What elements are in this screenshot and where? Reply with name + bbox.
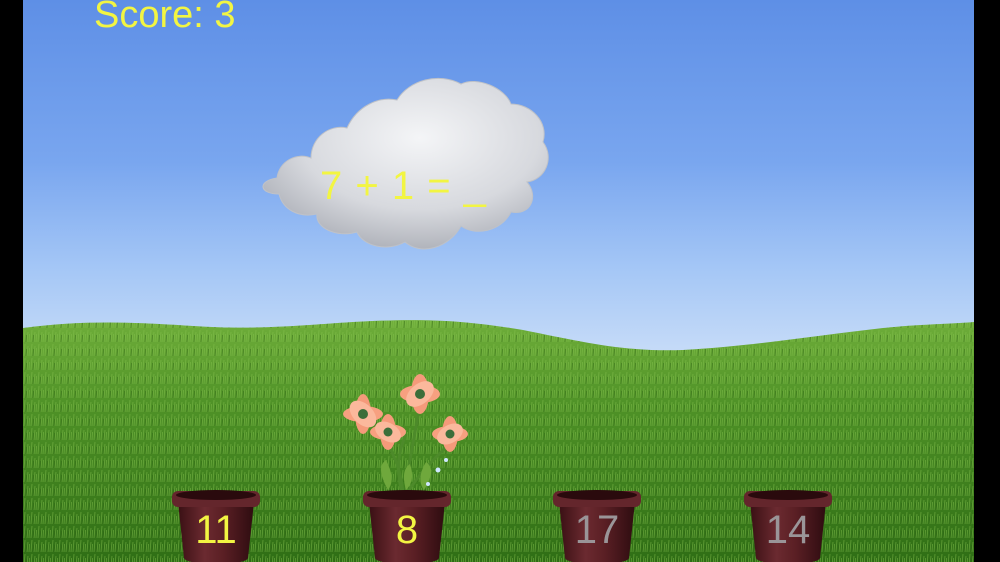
letterbox-right <box>974 0 1000 562</box>
score-label: Score: 3 <box>94 0 236 36</box>
cloud-icon <box>262 77 549 250</box>
flower-icon <box>343 374 468 493</box>
answer-value[interactable]: 14 <box>742 508 834 553</box>
answer-value[interactable]: 17 <box>551 508 643 553</box>
equation-text: 7 + 1 = _ <box>320 164 487 208</box>
answer-value[interactable]: 8 <box>361 508 453 553</box>
answer-value[interactable]: 11 <box>170 508 262 553</box>
game-stage: Score: 3 7 + 1 = _ 11 8 17 14 <box>23 0 974 562</box>
letterbox-left <box>0 0 23 562</box>
